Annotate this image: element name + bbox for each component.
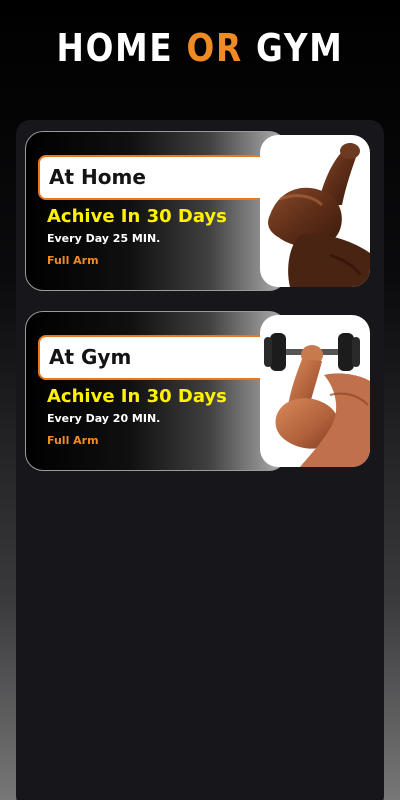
workout-duration: Every Day 20 MIN.	[47, 412, 161, 425]
flexed-arm-icon	[260, 135, 370, 287]
workout-label: At Home	[38, 155, 274, 200]
workout-headline: Achive In 30 Days	[47, 386, 227, 407]
workout-target: Full Arm	[47, 254, 99, 267]
title-gym: GYM	[256, 26, 344, 70]
title-or: OR	[186, 26, 243, 70]
dumbbell-arm-icon	[260, 315, 370, 467]
title-home: HOME	[56, 26, 174, 70]
workout-duration: Every Day 25 MIN.	[47, 232, 161, 245]
workout-target: Full Arm	[47, 434, 99, 447]
workout-card-home[interactable]: At Home Achive In 30 Days Every Day 25 M…	[25, 131, 370, 291]
workout-card-gym[interactable]: At Gym Achive In 30 Days Every Day 20 MI…	[25, 311, 370, 471]
workout-label: At Gym	[38, 335, 274, 380]
workout-headline: Achive In 30 Days	[47, 206, 227, 227]
page-title: HOME OR GYM	[28, 26, 372, 70]
